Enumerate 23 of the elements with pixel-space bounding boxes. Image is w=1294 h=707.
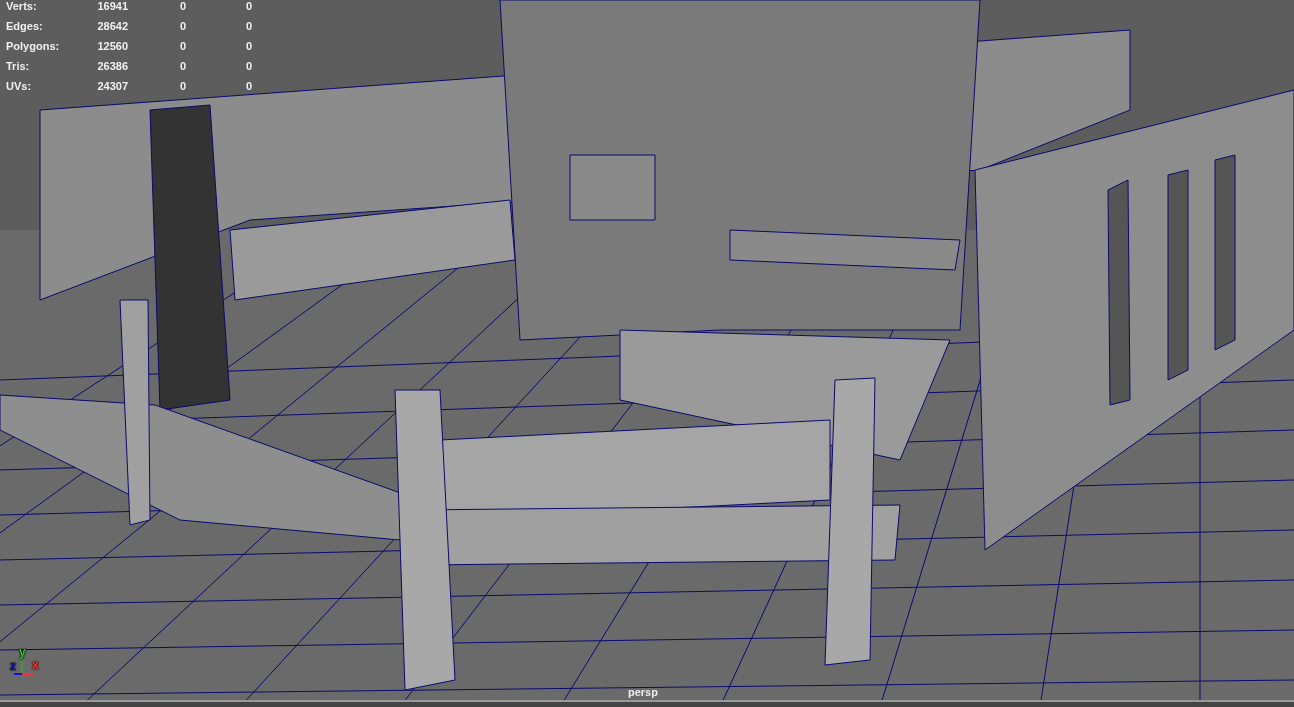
stat-label: UVs:: [6, 78, 33, 94]
stat-value: 0: [178, 78, 186, 94]
camera-label: persp: [628, 685, 658, 700]
stat-value: 16941: [96, 0, 128, 14]
stat-value: 24307: [96, 78, 128, 94]
stat-value: 0: [178, 38, 186, 54]
stat-value: 0: [244, 38, 252, 54]
stat-label: Tris:: [6, 58, 31, 74]
stat-value: 12560: [96, 38, 128, 54]
stat-value: 28642: [96, 18, 128, 34]
stat-value: 0: [178, 58, 186, 74]
stat-value: 0: [178, 0, 186, 14]
stat-value: 0: [244, 18, 252, 34]
stat-value: 0: [244, 78, 252, 94]
stat-value: 0: [178, 18, 186, 34]
stat-label: Polygons:: [6, 38, 61, 54]
stat-value: 0: [244, 58, 252, 74]
stat-label: Verts:: [6, 0, 38, 14]
stat-value: 0: [244, 0, 252, 14]
stat-value: 26386: [96, 58, 128, 74]
axis-label: z: [10, 660, 16, 672]
axis-label: x: [32, 659, 39, 671]
stat-label: Edges:: [6, 18, 44, 34]
